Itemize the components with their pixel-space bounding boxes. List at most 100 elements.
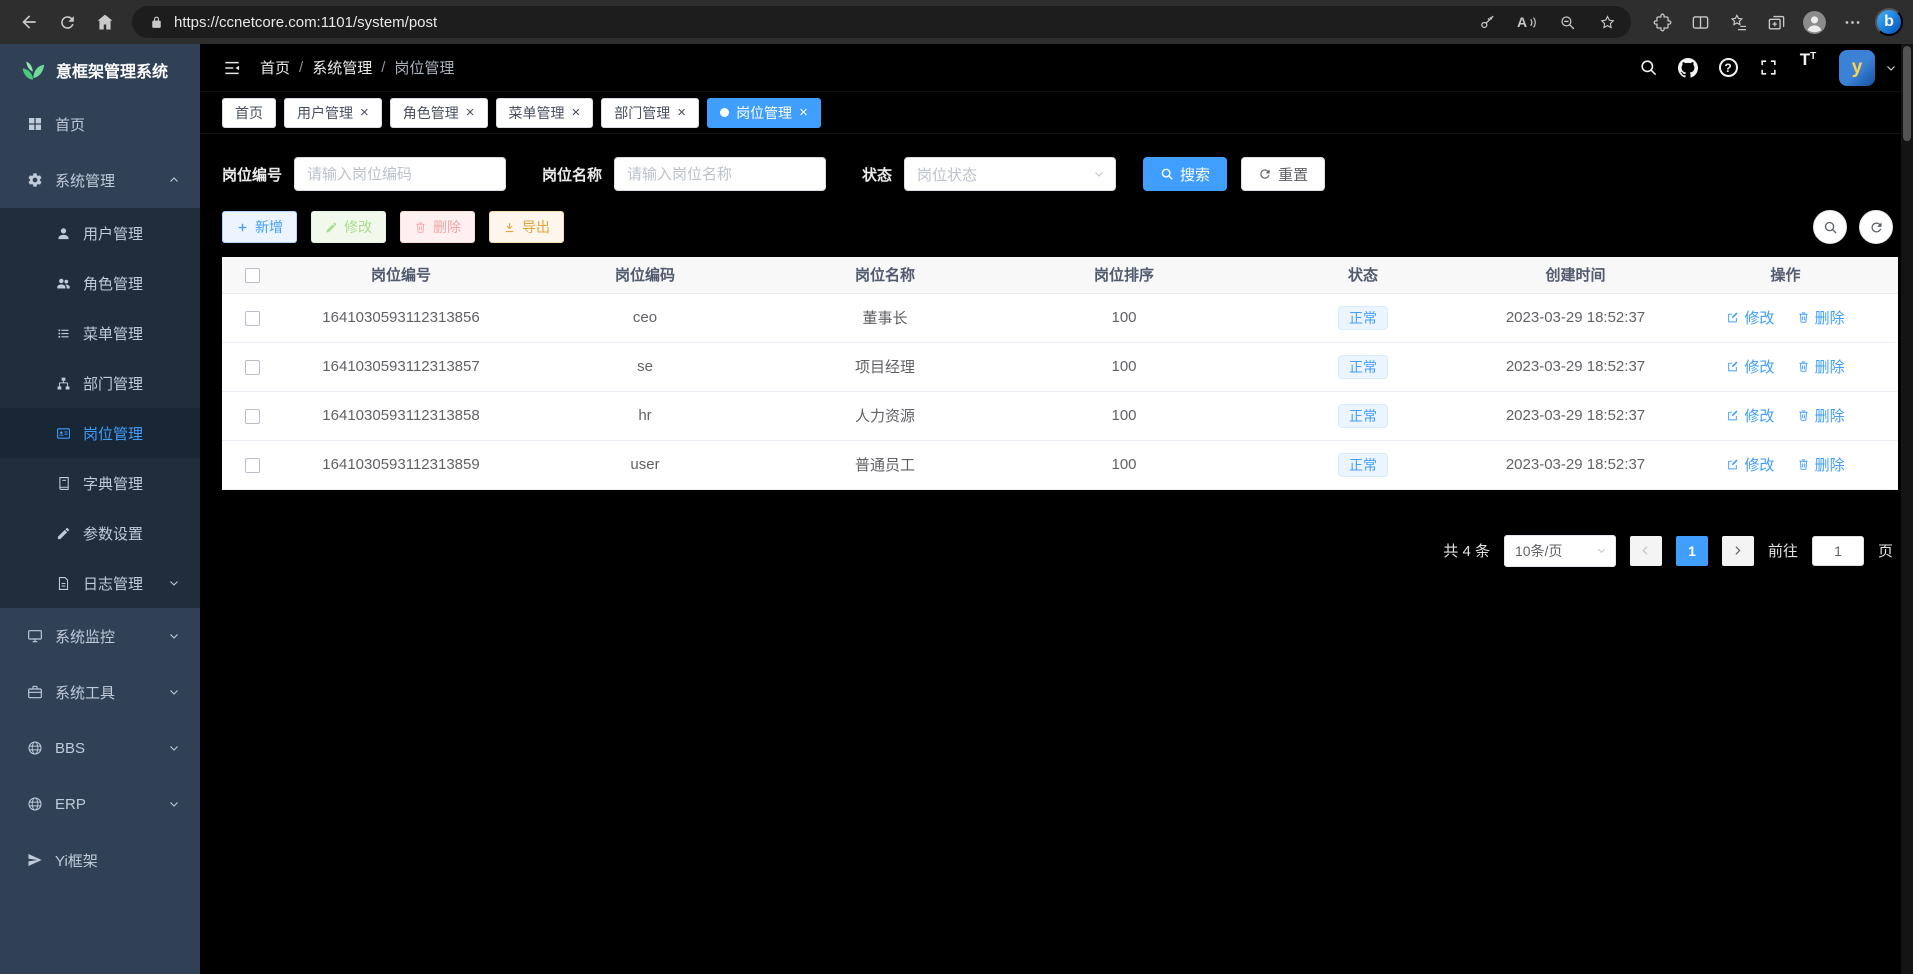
sidebar-item-erp[interactable]: ERP bbox=[0, 776, 200, 832]
close-icon[interactable]: × bbox=[677, 105, 686, 120]
sidebar-item-dept-management[interactable]: 部门管理 bbox=[0, 358, 200, 408]
list-icon bbox=[54, 324, 72, 342]
sidebar-item-post-management[interactable]: 岗位管理 bbox=[0, 408, 200, 458]
refresh-table-button[interactable] bbox=[1859, 210, 1893, 244]
cell-created: 2023-03-29 18:52:37 bbox=[1478, 342, 1673, 391]
sidebar-item-system-tools[interactable]: 系统工具 bbox=[0, 664, 200, 720]
row-edit-button[interactable]: 修改 bbox=[1726, 356, 1774, 377]
sidebar-item-menu-management[interactable]: 菜单管理 bbox=[0, 308, 200, 358]
sidebar-item-log-management[interactable]: 日志管理 bbox=[0, 558, 200, 608]
tab-role-management[interactable]: 角色管理 × bbox=[390, 98, 488, 128]
header-checkbox-cell bbox=[222, 257, 282, 293]
page-size-value: 10条/页 bbox=[1515, 541, 1562, 561]
row-edit-button[interactable]: 修改 bbox=[1726, 405, 1774, 426]
chevron-down-icon bbox=[1093, 168, 1105, 180]
scrollbar-thumb[interactable] bbox=[1903, 46, 1911, 141]
add-button[interactable]: 新增 bbox=[222, 211, 297, 243]
favorite-star-icon[interactable] bbox=[1591, 7, 1623, 37]
extensions-icon[interactable] bbox=[1643, 4, 1681, 40]
page-number-button[interactable]: 1 bbox=[1676, 536, 1708, 566]
globe-icon bbox=[26, 795, 44, 813]
post-code-input[interactable] bbox=[294, 157, 506, 191]
help-icon[interactable]: ? bbox=[1711, 51, 1745, 85]
font-size-icon[interactable]: TT bbox=[1791, 51, 1825, 85]
password-key-icon[interactable] bbox=[1471, 7, 1503, 37]
tab-home[interactable]: 首页 bbox=[222, 98, 276, 128]
sidebar-item-label: 系统工具 bbox=[55, 682, 157, 703]
status-select[interactable]: 岗位状态 bbox=[904, 157, 1116, 191]
close-icon[interactable]: × bbox=[572, 105, 581, 120]
close-icon[interactable]: × bbox=[799, 105, 808, 120]
split-screen-icon[interactable] bbox=[1681, 4, 1719, 40]
tab-post-management[interactable]: 岗位管理 × bbox=[707, 98, 821, 128]
url-text[interactable]: https://ccnetcore.com:1101/system/post bbox=[174, 14, 437, 31]
breadcrumb: 首页 / 系统管理 / 岗位管理 bbox=[260, 57, 454, 78]
sidebar-fold-icon[interactable] bbox=[222, 58, 242, 78]
prev-page-button[interactable] bbox=[1630, 536, 1662, 566]
user-menu-caret-icon[interactable] bbox=[1885, 62, 1897, 74]
browser-profile-avatar[interactable] bbox=[1795, 4, 1833, 40]
header-search-icon[interactable] bbox=[1631, 51, 1665, 85]
select-all-checkbox[interactable] bbox=[245, 268, 260, 283]
browser-refresh-button[interactable] bbox=[48, 4, 86, 40]
browser-home-button[interactable] bbox=[86, 4, 124, 40]
close-icon[interactable]: × bbox=[466, 105, 475, 120]
github-icon[interactable] bbox=[1671, 51, 1705, 85]
sidebar-item-home[interactable]: 首页 bbox=[0, 96, 200, 152]
copilot-bing-icon[interactable]: b bbox=[1875, 8, 1903, 36]
tab-user-management[interactable]: 用户管理 × bbox=[284, 98, 382, 128]
delete-button[interactable]: 删除 bbox=[400, 211, 475, 243]
row-delete-button[interactable]: 删除 bbox=[1797, 307, 1845, 328]
trash-icon bbox=[1797, 458, 1810, 471]
reset-button[interactable]: 重置 bbox=[1241, 157, 1325, 191]
table-tools bbox=[1813, 210, 1893, 244]
search-button[interactable]: 搜索 bbox=[1143, 157, 1227, 191]
post-name-input[interactable] bbox=[614, 157, 826, 191]
row-checkbox[interactable] bbox=[245, 409, 260, 424]
tab-menu-management[interactable]: 菜单管理 × bbox=[496, 98, 594, 128]
close-icon[interactable]: × bbox=[360, 105, 369, 120]
page-size-select[interactable]: 10条/页 bbox=[1504, 535, 1616, 567]
zoom-out-icon[interactable] bbox=[1551, 7, 1583, 37]
row-checkbox[interactable] bbox=[245, 360, 260, 375]
user-avatar[interactable]: y bbox=[1839, 50, 1875, 86]
chevron-down-icon bbox=[1596, 545, 1607, 556]
sidebar-item-yi-framework[interactable]: Yi框架 bbox=[0, 832, 200, 888]
app-header: 首页 / 系统管理 / 岗位管理 ? bbox=[200, 44, 1913, 92]
fullscreen-icon[interactable] bbox=[1751, 51, 1785, 85]
breadcrumb-system[interactable]: 系统管理 bbox=[312, 57, 372, 78]
browser-back-button[interactable] bbox=[10, 4, 48, 40]
sidebar-item-dict-management[interactable]: 字典管理 bbox=[0, 458, 200, 508]
row-checkbox[interactable] bbox=[245, 458, 260, 473]
favorites-bar-icon[interactable] bbox=[1719, 4, 1757, 40]
tab-label: 用户管理 bbox=[297, 103, 353, 123]
row-checkbox[interactable] bbox=[245, 311, 260, 326]
sidebar-item-system-management[interactable]: 系统管理 bbox=[0, 152, 200, 208]
export-button[interactable]: 导出 bbox=[489, 211, 564, 243]
browser-settings-icon[interactable] bbox=[1833, 4, 1871, 40]
goto-page-input[interactable] bbox=[1812, 536, 1864, 566]
edit-button[interactable]: 修改 bbox=[311, 211, 386, 243]
sidebar-item-bbs[interactable]: BBS bbox=[0, 720, 200, 776]
collections-icon[interactable] bbox=[1757, 4, 1795, 40]
page-scrollbar[interactable] bbox=[1901, 44, 1913, 974]
sidebar-item-role-management[interactable]: 角色管理 bbox=[0, 258, 200, 308]
row-delete-button[interactable]: 删除 bbox=[1797, 405, 1845, 426]
active-tab-dot bbox=[720, 108, 729, 117]
browser-address-bar[interactable]: https://ccnetcore.com:1101/system/post A bbox=[132, 6, 1631, 38]
row-delete-button[interactable]: 删除 bbox=[1797, 454, 1845, 475]
show-search-toggle-button[interactable] bbox=[1813, 210, 1847, 244]
breadcrumb-home[interactable]: 首页 bbox=[260, 57, 290, 78]
row-delete-button[interactable]: 删除 bbox=[1797, 356, 1845, 377]
next-page-button[interactable] bbox=[1722, 536, 1754, 566]
row-delete-label: 删除 bbox=[1815, 405, 1845, 426]
tab-dept-management[interactable]: 部门管理 × bbox=[601, 98, 699, 128]
sidebar-item-system-monitor[interactable]: 系统监控 bbox=[0, 608, 200, 664]
row-edit-button[interactable]: 修改 bbox=[1726, 307, 1774, 328]
sidebar-item-param-settings[interactable]: 参数设置 bbox=[0, 508, 200, 558]
table-row: 1641030593112313857 se 项目经理 100 正常 2023-… bbox=[222, 342, 1898, 391]
download-icon bbox=[503, 221, 516, 234]
read-aloud-icon[interactable]: A bbox=[1511, 7, 1543, 37]
row-edit-button[interactable]: 修改 bbox=[1726, 454, 1774, 475]
sidebar-item-user-management[interactable]: 用户管理 bbox=[0, 208, 200, 258]
